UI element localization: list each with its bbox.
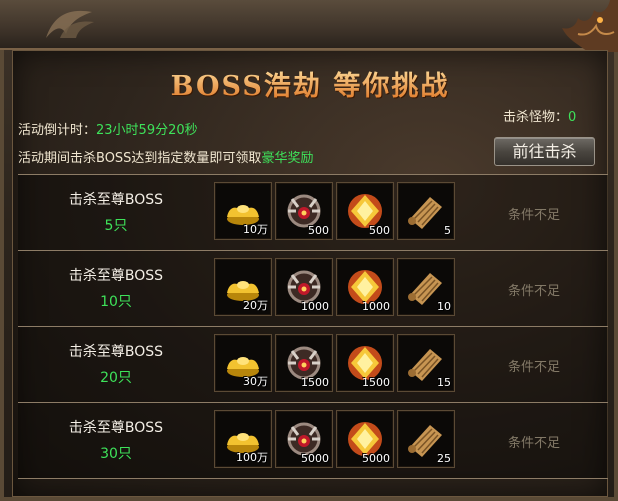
reward-slot[interactable]: 10 <box>397 258 455 316</box>
reward-tier-list: 击杀至尊BOSS 5只 10万 500 500 5 条件不足 击杀至尊BOSS … <box>18 174 608 479</box>
reward-qty: 30万 <box>243 375 268 388</box>
goto-kill-button[interactable]: 前往击杀 <box>494 137 595 166</box>
tier-label: 击杀至尊BOSS <box>68 268 164 284</box>
reward-qty: 10 <box>437 300 451 313</box>
reward-slot[interactable]: 15 <box>397 334 455 392</box>
tier-label: 击杀至尊BOSS <box>68 344 164 360</box>
reward-slot[interactable]: 1500 <box>336 334 394 392</box>
event-description-highlight: 豪华奖励 <box>261 151 314 166</box>
reward-slot[interactable]: 1000 <box>336 258 394 316</box>
reward-tier-row: 击杀至尊BOSS 10只 20万 1000 1000 10 条件不足 <box>18 250 608 326</box>
reward-qty: 5000 <box>362 452 390 465</box>
countdown-value: 23小时59分20秒 <box>96 123 198 138</box>
reward-qty: 1000 <box>301 300 329 313</box>
dragon-ornament-icon <box>46 10 94 38</box>
reward-slot[interactable]: 10万 <box>214 182 272 240</box>
reward-slot[interactable]: 30万 <box>214 334 272 392</box>
kill-counter-label: 击杀怪物： <box>503 110 569 125</box>
countdown-text: 活动倒计时：23小时59分20秒 <box>18 119 198 138</box>
tier-count: 10只 <box>100 294 132 310</box>
tier-status: 条件不足 <box>507 360 560 375</box>
event-description: 活动期间击杀BOSS达到指定数量即可领取豪华奖励 <box>18 147 313 166</box>
reward-slot[interactable]: 5 <box>397 182 455 240</box>
tier-status: 条件不足 <box>507 208 560 223</box>
reward-qty: 25 <box>437 452 451 465</box>
reward-qty: 5000 <box>301 452 329 465</box>
reward-qty: 5 <box>444 224 451 237</box>
reward-slots: 30万 1500 1500 15 <box>214 334 455 392</box>
reward-slot[interactable]: 100万 <box>214 410 272 468</box>
tier-count: 20只 <box>100 370 132 386</box>
tier-label: 击杀至尊BOSS <box>68 420 164 436</box>
reward-slot[interactable]: 1000 <box>275 258 333 316</box>
tier-count: 5只 <box>104 218 128 234</box>
reward-qty: 100万 <box>236 451 268 464</box>
reward-slots: 20万 1000 1000 10 <box>214 258 455 316</box>
reward-slot[interactable]: 5000 <box>336 410 394 468</box>
scroll-icon <box>408 197 442 229</box>
reward-tier-row: 击杀至尊BOSS 5只 10万 500 500 5 条件不足 <box>18 174 608 250</box>
reward-qty: 500 <box>308 224 329 237</box>
dragon-head-icon <box>562 0 618 52</box>
reward-slot[interactable]: 5000 <box>275 410 333 468</box>
reward-slot[interactable]: 1500 <box>275 334 333 392</box>
countdown-label: 活动倒计时： <box>18 123 97 138</box>
tier-count: 30只 <box>100 446 132 462</box>
reward-qty: 1500 <box>301 376 329 389</box>
reward-qty: 20万 <box>243 299 268 312</box>
reward-tier-row: 击杀至尊BOSS 30只 100万 5000 5000 25 条件不足 <box>18 402 608 479</box>
reward-qty: 500 <box>369 224 390 237</box>
tier-status: 条件不足 <box>507 436 560 451</box>
reward-slots: 10万 500 500 5 <box>214 182 455 240</box>
event-description-text: 活动期间击杀BOSS达到指定数量即可领取 <box>18 151 262 166</box>
reward-qty: 10万 <box>243 223 268 236</box>
reward-qty: 15 <box>437 376 451 389</box>
reward-slot[interactable]: 25 <box>397 410 455 468</box>
reward-qty: 1500 <box>362 376 390 389</box>
kill-counter-value: 0 <box>568 110 577 125</box>
reward-slots: 100万 5000 5000 25 <box>214 410 455 468</box>
reward-slot[interactable]: 20万 <box>214 258 272 316</box>
reward-tier-row: 击杀至尊BOSS 20只 30万 1500 1500 15 条件不足 <box>18 326 608 402</box>
page-title: BOSS浩劫 等你挑战 <box>150 64 470 102</box>
tier-status: 条件不足 <box>507 284 560 299</box>
reward-qty: 1000 <box>362 300 390 313</box>
kill-counter: 击杀怪物：0 <box>503 106 576 125</box>
reward-slot[interactable]: 500 <box>275 182 333 240</box>
window-top-bar <box>0 0 618 52</box>
reward-slot[interactable]: 500 <box>336 182 394 240</box>
tier-label: 击杀至尊BOSS <box>68 192 164 208</box>
